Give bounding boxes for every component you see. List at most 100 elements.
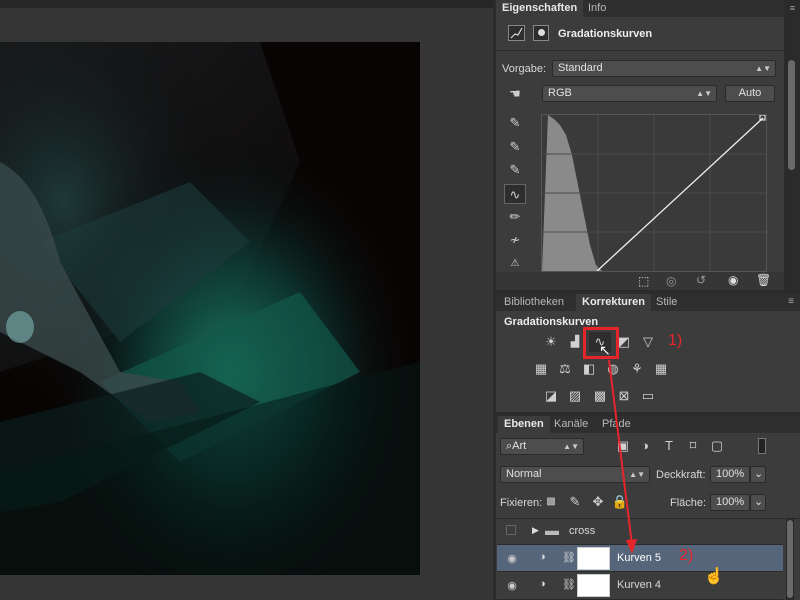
curve-point-tool-icon[interactable]: ∿ <box>504 184 526 204</box>
canvas-top-bar <box>0 0 493 8</box>
reset-icon[interactable]: ↺ <box>696 273 706 287</box>
lock-label: Fixieren: <box>500 497 543 509</box>
annotation-step-1: 1) <box>668 332 683 349</box>
expand-triangle-icon[interactable]: ▶ <box>532 525 539 536</box>
filter-pixel-icon[interactable]: ▣ <box>612 436 634 456</box>
channel-value: RGB <box>548 87 572 99</box>
view-previous-state-icon[interactable]: ◎ <box>666 274 676 288</box>
eyedropper-black-icon[interactable]: ✎ <box>504 113 526 133</box>
filter-toggle[interactable] <box>758 438 766 454</box>
auto-button[interactable]: Auto <box>725 85 775 102</box>
tab-ebenen[interactable]: Ebenen <box>498 416 550 433</box>
curves-adjustment-icon <box>508 25 525 41</box>
curves-graph-svg <box>542 115 766 271</box>
layer-name[interactable]: Kurven 4 <box>617 579 661 591</box>
opacity-input[interactable]: 100% <box>710 466 750 483</box>
properties-scroll-thumb[interactable] <box>788 60 795 170</box>
properties-tabbar: Eigenschaften Info <box>496 0 784 17</box>
layers-scroll-thumb[interactable] <box>787 520 793 598</box>
dropdown-arrow-icon: ▲▼ <box>563 442 579 451</box>
eyedropper-white-icon[interactable]: ✎ <box>504 160 526 180</box>
visibility-toggle-empty[interactable] <box>506 525 516 535</box>
dropdown-arrow-icon: ▲▼ <box>629 470 645 479</box>
layer-filter-dropdown[interactable]: ⌕Art ▲▼ <box>500 438 584 455</box>
opacity-slider-toggle[interactable]: ⌄ <box>750 466 766 483</box>
dropdown-arrow-icon: ▲▼ <box>755 64 771 73</box>
panel-menu-icon[interactable]: ≡ <box>788 296 794 307</box>
black-white-icon[interactable]: ◧ <box>578 359 600 379</box>
curves-graph[interactable] <box>541 114 767 272</box>
visibility-eye-icon[interactable]: ◉ <box>505 579 519 592</box>
posterize-icon[interactable]: ▨ <box>564 386 586 406</box>
filter-shape-icon[interactable]: ⌑ <box>682 436 704 456</box>
annotation-step-2: 2) <box>679 547 694 564</box>
filter-smartobject-icon[interactable]: ▢ <box>706 436 728 456</box>
trash-icon[interactable]: 🗑 <box>756 273 771 287</box>
color-lookup-icon[interactable]: ▦ <box>650 359 672 379</box>
smooth-curve-icon[interactable]: ≁ <box>504 230 526 250</box>
layers-tabbar: Ebenen Kanäle Pfade <box>496 416 800 433</box>
layer-name[interactable]: cross <box>569 525 595 537</box>
dropdown-arrow-icon: ▲▼ <box>696 89 712 98</box>
channel-dropdown[interactable]: RGB ▲▼ <box>542 85 717 102</box>
clipping-warning-icon[interactable]: ⚠ <box>504 254 526 274</box>
lock-position-icon[interactable]: ✥ <box>587 492 609 512</box>
layer-row-cross[interactable]: ▶ ▬ cross <box>497 518 783 545</box>
layer-mask-thumbnail[interactable] <box>577 574 610 597</box>
hue-saturation-icon[interactable]: ▦ <box>530 359 552 379</box>
link-chain-icon[interactable]: ⛓ <box>562 551 576 564</box>
channel-mixer-icon[interactable]: ⚘ <box>626 359 648 379</box>
threshold-icon[interactable]: ▩ <box>589 386 611 406</box>
filter-adjustment-icon[interactable]: ◑ <box>634 436 656 456</box>
layer-name[interactable]: Kurven 5 <box>617 552 661 564</box>
lock-image-brush-icon[interactable]: ✎ <box>564 492 586 512</box>
adjustment-layer-icon: ◑ <box>539 551 546 563</box>
pencil-draw-icon[interactable]: ✏ <box>504 207 526 227</box>
lock-transparent-icon[interactable]: ▩ <box>540 492 562 512</box>
eyedropper-gray-icon[interactable]: ✎ <box>504 137 526 157</box>
brightness-contrast-icon[interactable]: ☀ <box>540 332 562 352</box>
color-balance-icon[interactable]: ⚖ <box>554 359 576 379</box>
adjustments-panel: Bibliotheken Korrekturen Stile ≡ Gradati… <box>496 294 800 412</box>
gradient-map-icon[interactable]: ▭ <box>637 386 659 406</box>
layer-mask-icon[interactable] <box>533 25 549 41</box>
lock-all-icon[interactable]: 🔒 <box>609 492 631 512</box>
tab-pfade[interactable]: Pfade <box>596 416 637 433</box>
adjustment-layer-icon: ◑ <box>539 578 546 590</box>
vibrance-icon[interactable]: ▽ <box>637 332 659 352</box>
tab-stile[interactable]: Stile <box>650 294 683 311</box>
tab-bibliotheken[interactable]: Bibliotheken <box>498 294 570 311</box>
layer-mask-thumbnail[interactable] <box>577 547 610 570</box>
tab-kanaele[interactable]: Kanäle <box>548 416 594 433</box>
properties-title: Gradationskurven <box>558 28 653 40</box>
filter-type-icon[interactable]: T <box>658 436 680 456</box>
preset-label: Vorgabe: <box>502 63 547 75</box>
tab-korrekturen[interactable]: Korrekturen <box>576 294 651 311</box>
tab-eigenschaften[interactable]: Eigenschaften <box>496 0 584 17</box>
properties-panel: Eigenschaften Info Gradationskurven Vorg… <box>496 0 794 290</box>
panel-menu-icon[interactable]: ≡ <box>790 3 795 13</box>
opacity-label: Deckkraft: <box>656 469 706 481</box>
layer-row-kurven-4[interactable]: ◉ ◑ ⛓ Kurven 4 <box>497 572 783 600</box>
fill-input[interactable]: 100% <box>710 494 750 511</box>
link-chain-icon[interactable]: ⛓ <box>562 578 576 591</box>
fill-slider-toggle[interactable]: ⌄ <box>750 494 766 511</box>
invert-icon[interactable]: ◪ <box>540 386 562 406</box>
blend-mode-dropdown[interactable]: Normal ▲▼ <box>500 466 650 483</box>
preset-dropdown[interactable]: Standard ▲▼ <box>552 60 776 77</box>
visibility-eye-icon[interactable]: ◉ <box>728 273 738 287</box>
tab-info[interactable]: Info <box>582 0 612 17</box>
visibility-eye-icon[interactable]: ◉ <box>505 552 519 565</box>
hand-cursor-icon: ☝ <box>704 568 724 585</box>
selective-color-icon[interactable]: ⊠ <box>613 386 635 406</box>
on-image-adjust-hand-icon[interactable]: ☚ <box>504 84 526 104</box>
blend-mode-value: Normal <box>506 468 542 480</box>
folder-icon: ▬ <box>545 522 559 538</box>
photo-render <box>0 42 420 575</box>
clip-to-layer-icon[interactable]: ⬚ <box>638 274 649 288</box>
cursor-arrow-icon: ↖ <box>599 342 611 358</box>
document-image[interactable] <box>0 42 420 575</box>
adjustments-tabbar: Bibliotheken Korrekturen Stile ≡ <box>496 294 800 311</box>
layer-row-kurven-5[interactable]: ◉ ◑ ⛓ Kurven 5 2) <box>497 545 783 572</box>
photo-filter-icon[interactable]: ◍ <box>602 359 624 379</box>
